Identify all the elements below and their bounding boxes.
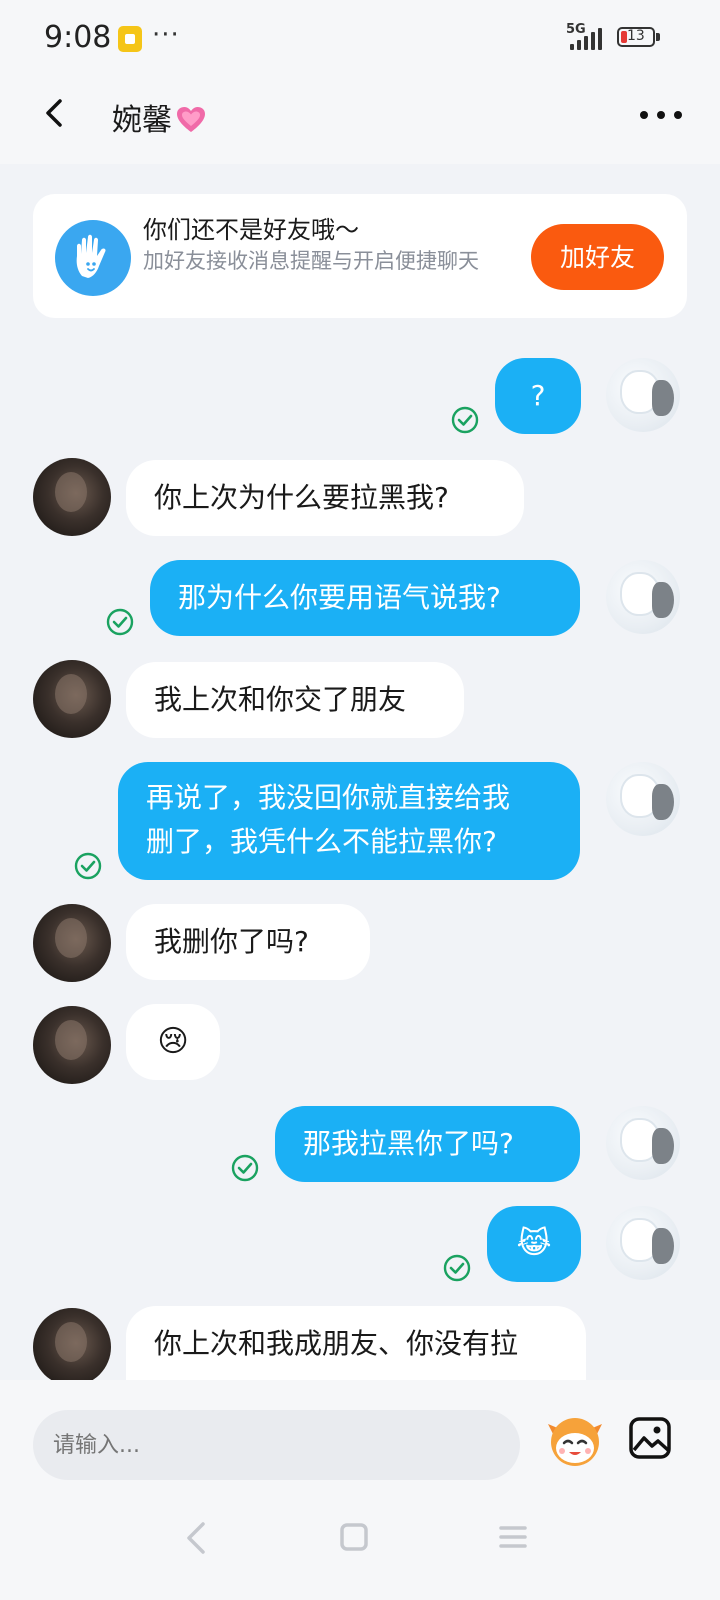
message-line: 删了，我凭什么不能拉黑你? [146, 825, 497, 858]
my-avatar[interactable] [606, 358, 680, 432]
message-input[interactable] [33, 1410, 520, 1480]
notification-app-icon [118, 26, 142, 52]
battery-level: 13 [627, 28, 645, 44]
message-bubble-incoming[interactable]: 我上次和你交了朋友 [126, 662, 464, 738]
my-avatar[interactable] [606, 1206, 680, 1280]
message-bubble-outgoing[interactable]: 再说了，我没回你就直接给我 删了，我凭什么不能拉黑你? [118, 762, 580, 880]
friend-notice-card: 你们还不是好友哦～ 加好友接收消息提醒与开启便捷聊天 加好友 [33, 194, 687, 318]
my-avatar[interactable] [606, 762, 680, 836]
input-bar [0, 1380, 720, 1600]
contact-avatar[interactable] [33, 660, 111, 738]
battery-cap [656, 33, 660, 41]
chat-header [0, 78, 720, 164]
nav-back-icon[interactable] [183, 1520, 209, 1556]
nav-home-icon[interactable] [339, 1522, 369, 1552]
chevron-left-icon[interactable] [40, 98, 70, 128]
read-check-icon [106, 608, 134, 636]
message-bubble-incoming[interactable]: 你上次为什么要拉黑我? [126, 460, 524, 536]
wave-hand-icon [55, 220, 131, 296]
message-bubble-outgoing[interactable]: ? [495, 358, 581, 434]
add-friend-button[interactable]: 加好友 [531, 224, 664, 290]
status-time: 9:08 [44, 20, 112, 55]
chat-title: 婉馨 [112, 95, 206, 139]
sticker-face-icon[interactable] [545, 1410, 605, 1470]
contact-avatar[interactable] [33, 904, 111, 982]
signal-icon [570, 28, 610, 50]
message-bubble-outgoing[interactable]: 那为什么你要用语气说我? [150, 560, 580, 636]
image-icon[interactable] [628, 1416, 672, 1460]
message-line: 再说了，我没回你就直接给我 [146, 781, 511, 814]
read-check-icon [451, 406, 479, 434]
contact-avatar[interactable] [33, 1006, 111, 1084]
contact-name: 婉馨 [112, 103, 172, 138]
nav-recents-icon[interactable] [498, 1522, 528, 1552]
message-bubble-incoming[interactable]: 你上次和我成朋友、你没有拉 [126, 1306, 586, 1380]
my-avatar[interactable] [606, 560, 680, 634]
contact-avatar[interactable] [33, 458, 111, 536]
read-check-icon [74, 852, 102, 880]
status-bar: 9:08 ··· 5G 13 [0, 0, 720, 78]
message-bubble-outgoing[interactable]: 😹 [487, 1206, 581, 1282]
battery-icon: 13 [617, 27, 655, 47]
message-bubble-incoming[interactable]: 我删你了吗? [126, 904, 370, 980]
my-avatar[interactable] [606, 1106, 680, 1180]
message-bubble-incoming[interactable]: 😢 [126, 1004, 220, 1080]
notice-title: 你们还不是好友哦～ [143, 216, 359, 244]
message-bubble-outgoing[interactable]: 那我拉黑你了吗? [275, 1106, 580, 1182]
status-more-indicator: ··· [152, 20, 180, 50]
contact-avatar[interactable] [33, 1308, 111, 1380]
read-check-icon [231, 1154, 259, 1182]
more-horizontal-icon[interactable] [640, 104, 684, 124]
chat-area[interactable]: 你们还不是好友哦～ 加好友接收消息提醒与开启便捷聊天 加好友 ? 你上次为什么要… [0, 164, 720, 1380]
read-check-icon [443, 1254, 471, 1282]
growing-heart-icon [177, 107, 205, 132]
notice-subtitle: 加好友接收消息提醒与开启便捷聊天 [143, 249, 479, 273]
